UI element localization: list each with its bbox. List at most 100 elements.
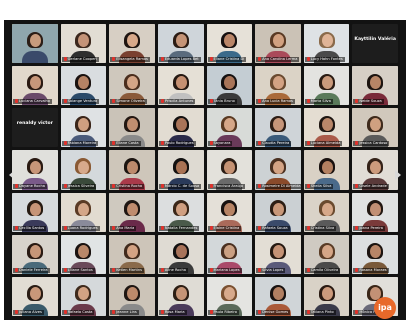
participant-tile[interactable]: Rosana Moraes bbox=[352, 234, 398, 274]
participant-name: Silvia Lopes bbox=[262, 267, 284, 272]
participant-tile[interactable]: Joana Pereira bbox=[352, 192, 398, 232]
participant-tile[interactable]: Rosa Maria bbox=[157, 276, 204, 316]
participant-tile[interactable]: Sheila Silva bbox=[303, 150, 350, 190]
mic-muted-icon bbox=[209, 309, 213, 314]
participant-nameplate: Márcio C. de Sousa bbox=[158, 183, 202, 189]
participant-name: Luciana Carvalho bbox=[19, 99, 51, 104]
participant-tile[interactable]: Ana Lucia Ramos bbox=[255, 66, 301, 106]
participant-tile[interactable]: Cristina Rocha bbox=[109, 150, 155, 190]
participant-nameplate: Neide Souza bbox=[353, 99, 384, 105]
participant-nameplate: Elaine Cristina bbox=[207, 225, 242, 231]
participant-tile[interactable]: Ana Maria bbox=[109, 192, 155, 232]
participant-tile[interactable]: Neide Souza bbox=[352, 66, 398, 106]
participant-name: Mariana Lopes bbox=[213, 267, 240, 272]
mic-muted-icon bbox=[160, 57, 164, 62]
participant-tile[interactable]: Luciana Carvalho bbox=[12, 66, 58, 106]
mic-muted-icon bbox=[63, 99, 67, 104]
participant-tile[interactable]: Gerlane Cooperi bbox=[60, 24, 107, 64]
participant-tile[interactable]: Mariana Lopes bbox=[206, 234, 253, 274]
participant-tile[interactable]: Jeanne Lins bbox=[109, 276, 155, 316]
participant-tile[interactable] bbox=[12, 24, 58, 64]
participant-tile[interactable]: Eduarda Lopes Bet bbox=[157, 24, 204, 64]
participant-tile[interactable]: Luana Rodrigues bbox=[60, 192, 107, 232]
mic-muted-icon bbox=[15, 309, 18, 314]
participant-tile[interactable]: Marta Silva bbox=[303, 66, 350, 106]
mic-muted-icon bbox=[112, 225, 116, 230]
participant-tile[interactable]: Elaine Cristina bbox=[206, 192, 253, 232]
participant-tile[interactable]: Rafaela Costa bbox=[60, 276, 107, 316]
participant-tile[interactable]: Kayttilin Valéria bbox=[352, 24, 398, 64]
participant-name: Neide Souza bbox=[359, 99, 382, 104]
participant-name: Aline Rocha bbox=[164, 267, 186, 272]
participant-face bbox=[321, 118, 333, 132]
participant-tile[interactable]: Jessica Silveira bbox=[60, 150, 107, 190]
participant-tile[interactable]: Eliane Costa bbox=[109, 108, 155, 148]
participant-tile[interactable]: Sayonara bbox=[206, 108, 253, 148]
participant-body bbox=[21, 51, 48, 64]
mic-muted-icon bbox=[63, 57, 67, 62]
participant-tile[interactable]: Márcio C. de Sousa bbox=[157, 150, 204, 190]
mic-muted-icon bbox=[160, 225, 164, 230]
participant-name: Liliane Santos bbox=[67, 267, 93, 272]
participant-tile[interactable]: Tatiana Pinto bbox=[303, 276, 350, 316]
participant-tile[interactable]: Ana Carolina Lerma bbox=[255, 24, 301, 64]
participant-name: Cristina Rocha bbox=[116, 183, 143, 188]
participant-name: Eliane Costa bbox=[116, 141, 139, 146]
participant-tile[interactable]: Fabiana Moreira bbox=[60, 108, 107, 148]
participant-face bbox=[29, 34, 41, 48]
participant-name: Fabiana Moreira bbox=[67, 141, 97, 146]
participant-tile[interactable]: Cristina Silva bbox=[303, 192, 350, 232]
participant-tile[interactable]: Claudia Pereira bbox=[255, 108, 301, 148]
participant-tile[interactable]: Liliane Santos bbox=[60, 234, 107, 274]
participant-nameplate: Tânia Bruno bbox=[207, 99, 237, 105]
participant-tile[interactable]: Daniele Ferreira bbox=[12, 234, 58, 274]
participant-name: Claudia Pereira bbox=[262, 141, 290, 146]
participant-tile[interactable]: Francisca Araújo bbox=[206, 150, 253, 190]
participant-tile[interactable]: Cecília Santos bbox=[12, 192, 58, 232]
participant-tile[interactable]: Paula Ribeiro bbox=[206, 276, 253, 316]
participant-tile[interactable]: Aline Rocha bbox=[157, 234, 204, 274]
participant-nameplate: Luciana Carvalho bbox=[13, 99, 53, 105]
mic-muted-icon bbox=[306, 225, 310, 230]
participant-tile[interactable]: Solange Ventura bbox=[60, 66, 107, 106]
participant-tile[interactable]: Natalia Fernandes bbox=[157, 192, 204, 232]
participant-nameplate: Ketlen Martins bbox=[110, 267, 145, 273]
participant-tile[interactable]: Rosimeire Di Almeida bbox=[255, 150, 301, 190]
participant-name: Gerlane Cooperi bbox=[67, 57, 97, 62]
mic-muted-icon bbox=[15, 225, 18, 230]
participant-tile[interactable]: Ketlen Martins bbox=[109, 234, 155, 274]
participant-nameplate: Mariana Lopes bbox=[207, 267, 242, 273]
mic-muted-icon bbox=[112, 99, 116, 104]
participant-nameplate: Luciana Almeida bbox=[304, 141, 343, 147]
participant-tile[interactable]: Priscila Antunes bbox=[157, 66, 204, 106]
participant-tile[interactable]: Silvia Lopes bbox=[255, 234, 301, 274]
participant-tile[interactable]: Rafaela Souza bbox=[255, 192, 301, 232]
participant-tile[interactable]: Eliane Cristina Di bbox=[206, 24, 253, 64]
participant-tile[interactable]: Elisangela Ramos bbox=[109, 24, 155, 64]
participant-tile[interactable]: Paulo Rodrigues bbox=[157, 108, 204, 148]
participant-tile[interactable]: Simone Oliveira bbox=[109, 66, 155, 106]
participant-nameplate: Gisele Andrade bbox=[353, 183, 389, 189]
chevron-right-icon[interactable] bbox=[395, 170, 401, 180]
participant-tile[interactable]: Camila Oliveira bbox=[303, 234, 350, 274]
participant-tile[interactable]: Dayane Rocha bbox=[12, 150, 58, 190]
mic-muted-icon bbox=[112, 57, 116, 62]
participant-name: Francisca Araújo bbox=[213, 183, 244, 188]
participant-tile[interactable]: renaldy victor bbox=[12, 108, 58, 148]
participant-tile[interactable]: Jessica Cardoso bbox=[352, 108, 398, 148]
participant-tile[interactable]: Juliana Alves bbox=[12, 276, 58, 316]
participant-nameplate: Fabiana Moreira bbox=[61, 141, 99, 147]
mic-muted-icon bbox=[306, 99, 310, 104]
participant-tile[interactable]: Tânia Bruno bbox=[206, 66, 253, 106]
participant-tile[interactable]: Luciana Almeida bbox=[303, 108, 350, 148]
participant-tile[interactable]: Denise Gomes bbox=[255, 276, 301, 316]
participant-tile[interactable]: Lucy Hahn Fontes bbox=[303, 24, 350, 64]
participant-name: Cristina Silva bbox=[310, 225, 335, 230]
participant-face bbox=[127, 202, 139, 216]
participant-tile[interactable]: Gisele Andrade bbox=[352, 150, 398, 190]
mic-muted-icon bbox=[258, 183, 262, 188]
mic-muted-icon bbox=[112, 183, 116, 188]
mic-muted-icon bbox=[63, 267, 67, 272]
participant-nameplate: Claudia Pereira bbox=[256, 141, 292, 147]
mic-muted-icon bbox=[306, 309, 310, 314]
